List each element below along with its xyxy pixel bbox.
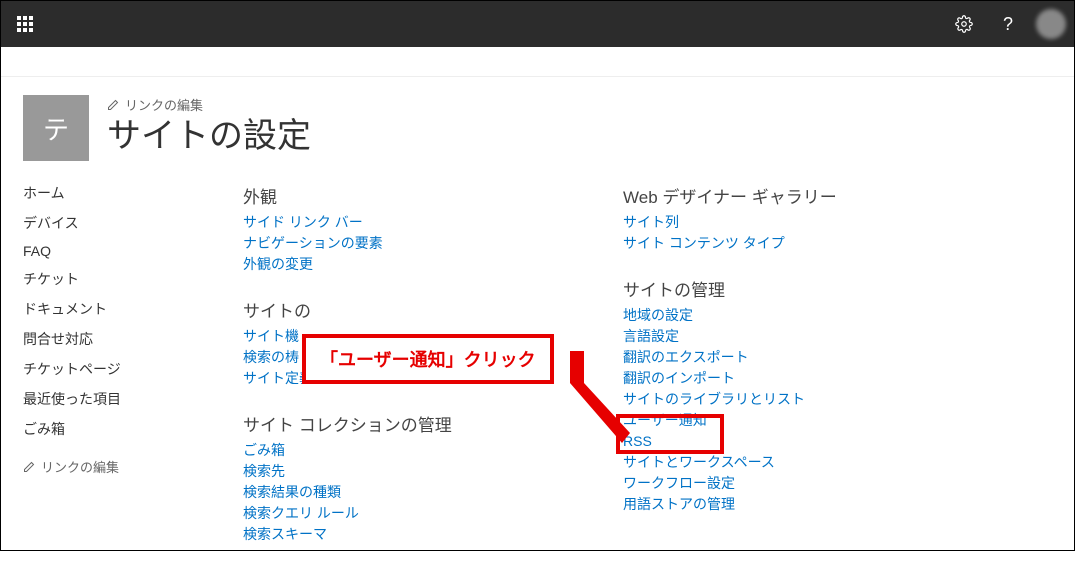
- app-launcher-icon[interactable]: [9, 8, 41, 40]
- section-site-collection-admin: サイト コレクションの管理 ごみ箱 検索先 検索結果の種類 検索クエリ ルール …: [243, 411, 623, 545]
- section-title: サイトの: [243, 297, 623, 322]
- nav-item[interactable]: ホーム: [23, 183, 65, 203]
- settings-col-2: Web デザイナー ギャラリー サイト列 サイト コンテンツ タイプ サイトの管…: [623, 183, 1003, 567]
- setting-link[interactable]: 検索クエリ ルール: [243, 503, 623, 524]
- setting-link[interactable]: サイトとワークスペース: [623, 452, 1003, 473]
- nav-item[interactable]: 問合せ対応: [23, 329, 93, 349]
- setting-link[interactable]: サイトのライブラリとリスト: [623, 389, 1003, 410]
- setting-link[interactable]: 翻訳のエクスポート: [623, 347, 1003, 368]
- setting-link[interactable]: ワークフロー設定: [623, 473, 1003, 494]
- nav-item[interactable]: チケット: [23, 269, 79, 289]
- edit-links-top[interactable]: リンクの編集: [107, 95, 311, 114]
- setting-link[interactable]: サイト列: [623, 212, 1003, 233]
- setting-link[interactable]: 検索結果の種類: [243, 482, 623, 503]
- page-header: テ リンクの編集 サイトの設定: [1, 77, 1074, 177]
- help-icon[interactable]: ?: [992, 8, 1024, 40]
- setting-link[interactable]: 地域の設定: [623, 305, 1003, 326]
- nav-item[interactable]: チケットページ: [23, 359, 121, 379]
- gear-icon[interactable]: [948, 8, 980, 40]
- setting-link[interactable]: 外観の変更: [243, 254, 623, 275]
- section-title: サイトの管理: [623, 276, 1003, 301]
- setting-link[interactable]: 用語ストアの管理: [623, 494, 1003, 515]
- setting-link[interactable]: ごみ箱: [243, 440, 623, 461]
- section-appearance: 外観 サイド リンク バー ナビゲーションの要素 外観の変更: [243, 183, 623, 275]
- setting-link[interactable]: 翻訳のインポート: [623, 368, 1003, 389]
- subbar: [1, 47, 1074, 77]
- callout-box: 「ユーザー通知」クリック: [302, 334, 554, 384]
- setting-link[interactable]: ナビゲーションの要素: [243, 233, 623, 254]
- section-title: サイト コレクションの管理: [243, 411, 623, 436]
- pencil-icon: [23, 461, 35, 473]
- leftnav: ホーム デバイス FAQ チケット ドキュメント 問合せ対応 チケットページ 最…: [23, 183, 243, 567]
- edit-links-nav[interactable]: リンクの編集: [23, 457, 119, 476]
- topbar: ?: [1, 1, 1074, 47]
- setting-link[interactable]: 言語設定: [623, 326, 1003, 347]
- nav-item[interactable]: 最近使った項目: [23, 389, 121, 409]
- setting-link[interactable]: サイド リンク バー: [243, 212, 623, 233]
- section-web-designer: Web デザイナー ギャラリー サイト列 サイト コンテンツ タイプ: [623, 183, 1003, 254]
- setting-link[interactable]: 検索先: [243, 461, 623, 482]
- site-tile: テ: [23, 95, 89, 161]
- setting-link[interactable]: サイト コンテンツ タイプ: [623, 233, 1003, 254]
- setting-link[interactable]: 検索スキーマ: [243, 524, 623, 545]
- edit-links-label: リンクの編集: [125, 95, 203, 114]
- nav-item[interactable]: ドキュメント: [23, 299, 107, 319]
- section-title: 外観: [243, 183, 623, 208]
- callout-target-box: [616, 414, 724, 454]
- nav-item[interactable]: FAQ: [23, 243, 51, 259]
- avatar[interactable]: [1036, 9, 1066, 39]
- page-title: サイトの設定: [107, 116, 311, 157]
- pencil-icon: [107, 99, 119, 111]
- callout-text: 「ユーザー通知」クリック: [320, 350, 536, 370]
- nav-item[interactable]: デバイス: [23, 213, 79, 233]
- edit-links-nav-label: リンクの編集: [41, 457, 119, 476]
- section-site-admin: サイトの管理 地域の設定 言語設定 翻訳のエクスポート 翻訳のインポート サイト…: [623, 276, 1003, 515]
- section-title: Web デザイナー ギャラリー: [623, 183, 1003, 208]
- nav-item[interactable]: ごみ箱: [23, 419, 65, 439]
